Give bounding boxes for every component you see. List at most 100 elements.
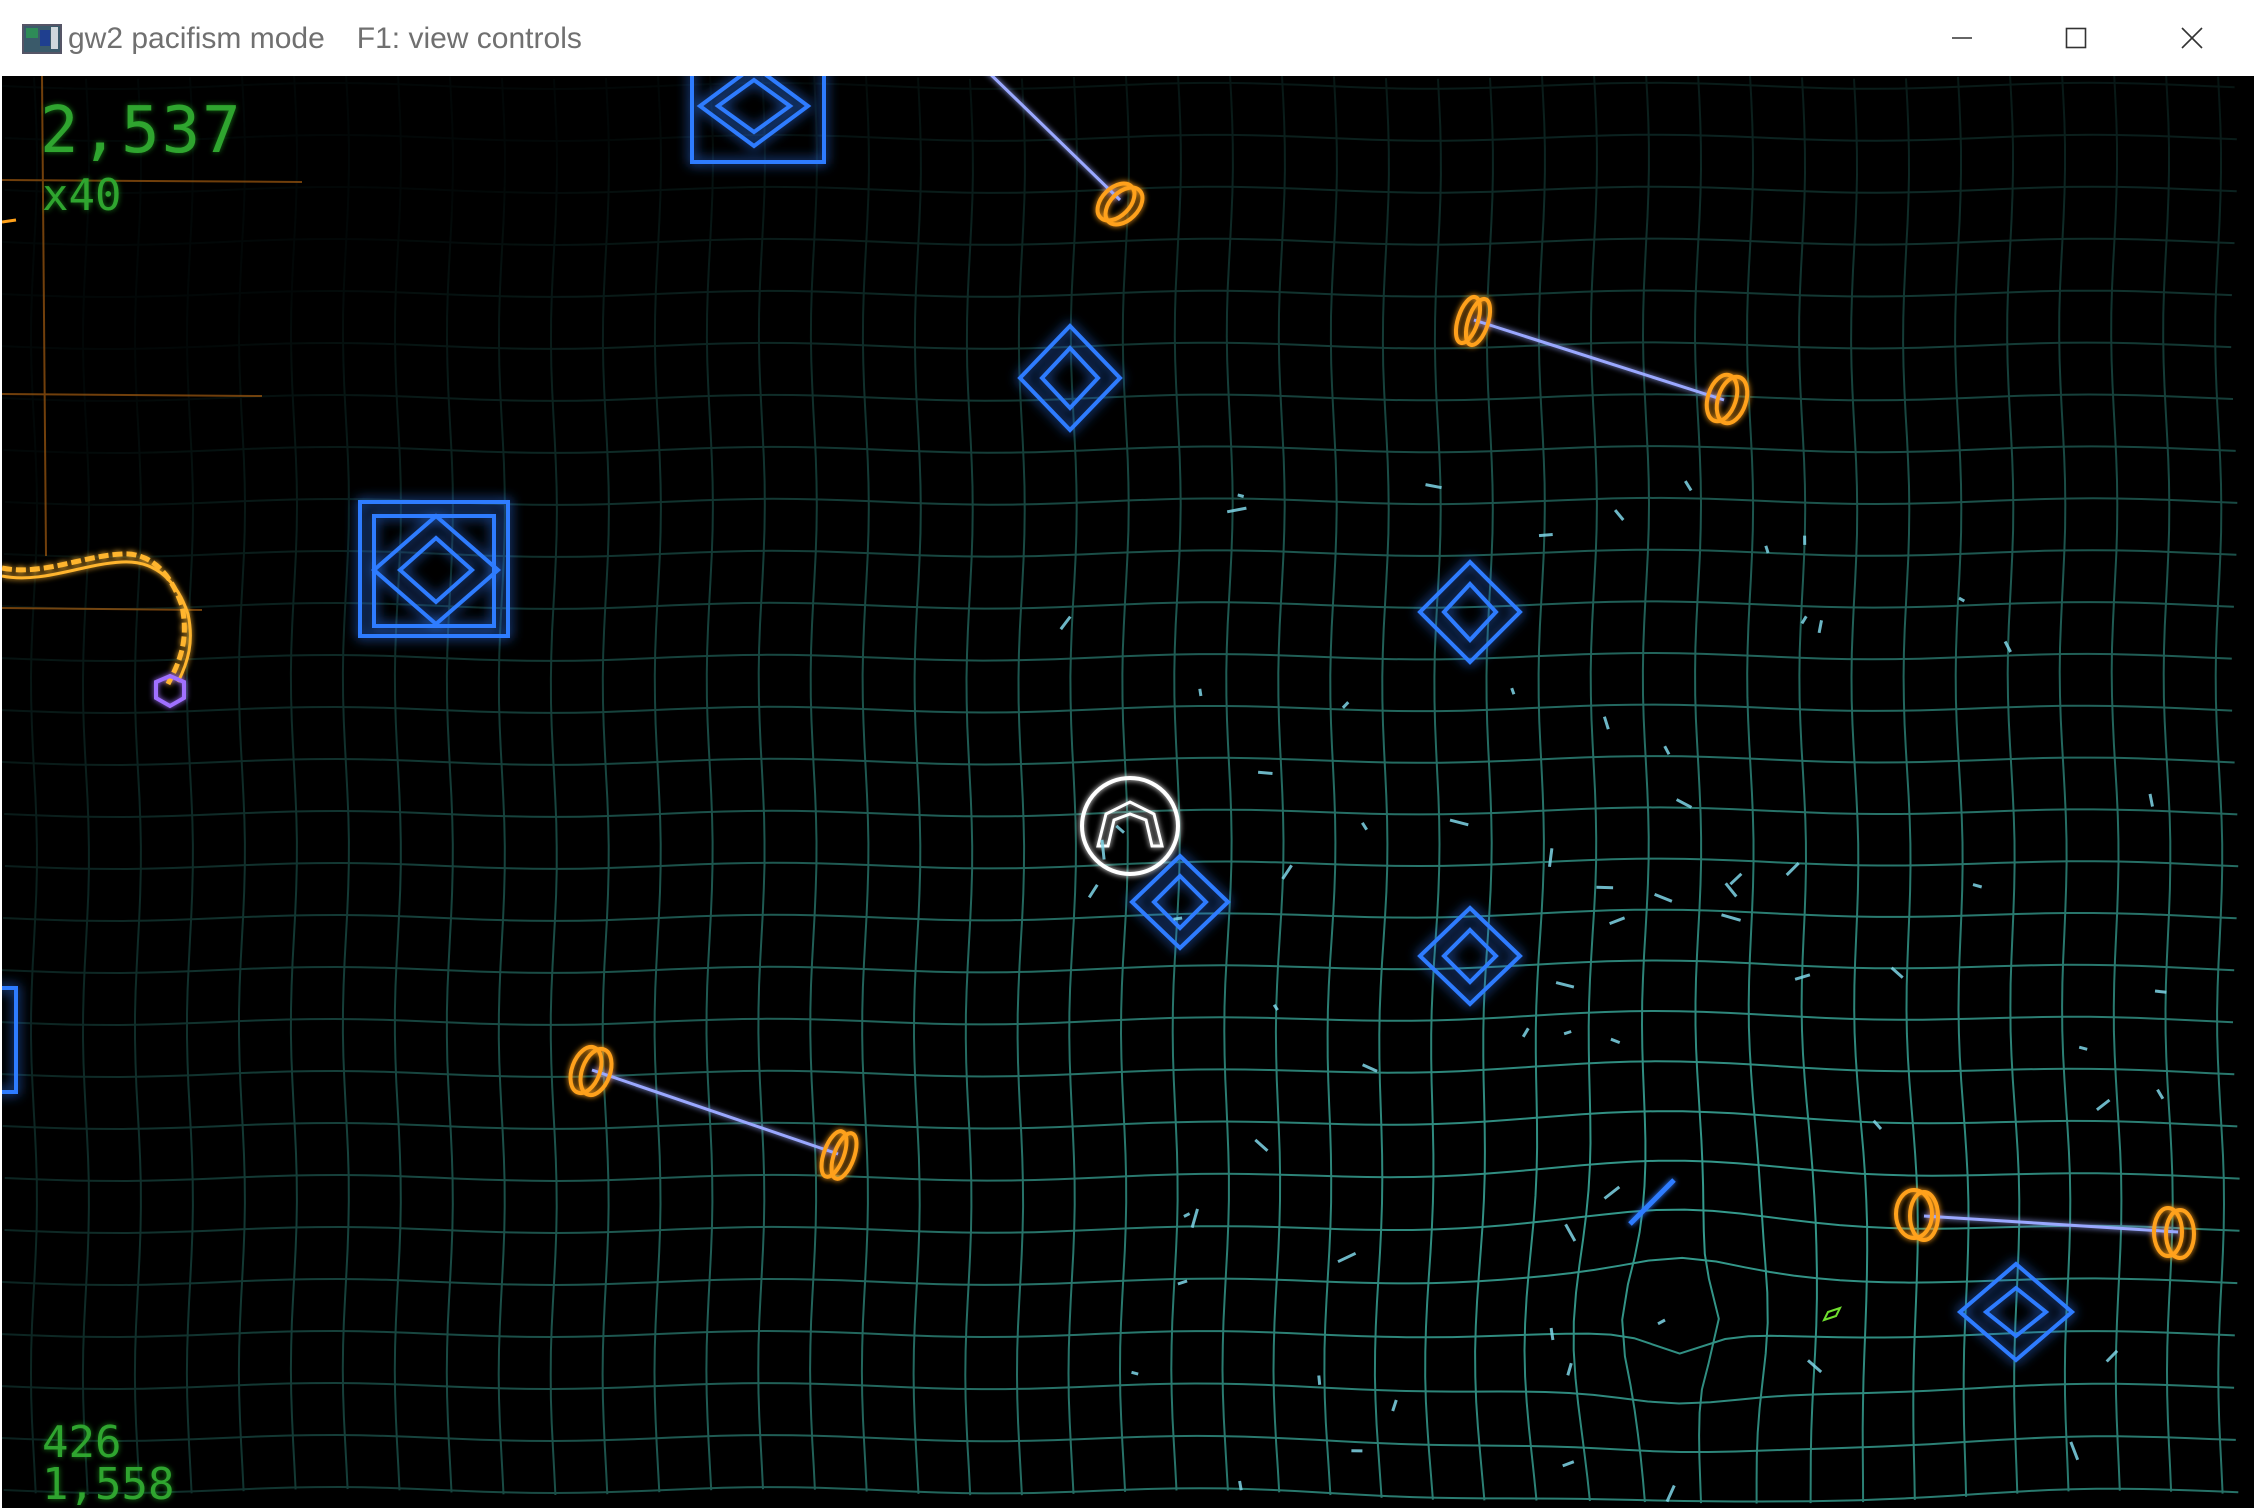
title-bar[interactable]: gw2 pacifism mode F1: view controls [0,0,2254,76]
particle [1510,687,1516,695]
grid-line [1424,78,1442,1500]
grid-line [3,1485,2239,1503]
particle [1521,1027,1530,1038]
diamond-enemy-edge [2,986,18,1094]
particle [1549,1327,1555,1341]
particle [1665,1484,1676,1503]
gate [568,1044,859,1181]
grid-line [1850,78,1869,1503]
grid-line [4,1159,2240,1183]
game-scene [2,76,2240,1504]
grid-line [757,76,766,1490]
particle [1183,1212,1191,1218]
grid-line [860,76,870,1492]
particle [1603,1185,1621,1200]
particle [1657,1318,1666,1326]
grid-line [2,1381,2235,1405]
particle [1361,1063,1378,1073]
particle [2078,1045,2088,1051]
particle [1317,1375,1322,1385]
grid-line [2,289,2232,299]
grid-line [2,703,2233,715]
grid-line [81,78,91,1495]
player-ship [1080,776,1180,876]
grid-line [2,600,2234,611]
particle [1341,701,1350,709]
grid-line [2,81,2235,91]
grid-line [549,78,558,1496]
grid-line [133,78,143,1495]
particle [1721,913,1742,922]
minimize-icon [1952,37,1972,39]
grid-line [29,77,39,1494]
particle [1087,883,1099,899]
gate [1894,1188,2196,1260]
grid-line [4,133,2237,143]
grid-line [1746,76,1769,1504]
grid-line [2,651,2232,663]
grid-line [289,76,299,1490]
grid-line [185,77,195,1494]
particle [1555,981,1575,989]
particle [1602,716,1610,730]
blue-shard [1628,1178,1676,1226]
grid-line [1902,78,1919,1500]
diamond-enemy [358,500,510,638]
grid-line [4,1208,2240,1235]
particle [2069,1441,2080,1461]
grid-line [1954,76,1970,1497]
particle [1817,620,1823,634]
particle [1254,1138,1269,1152]
grid-line [2,1060,2235,1079]
game-viewport[interactable]: 2,537 x40 426 1,558 [2,76,2254,1508]
grid-line [2,959,2235,975]
multiplier: x40 [42,170,122,221]
grid-line [4,857,2239,871]
particle [1675,798,1693,809]
particle [2148,793,2154,807]
particle [1100,839,1106,860]
particle [1663,745,1671,756]
app-title: gw2 pacifism mode [68,22,325,55]
grid-line [2,1110,2238,1131]
particle [1785,862,1800,877]
particle [1198,688,1203,697]
close-icon [2181,27,2203,49]
particle [2095,1098,2111,1111]
maximize-button[interactable] [2020,0,2132,76]
particle [1391,1399,1398,1412]
stat-total: 1,558 [42,1459,175,1508]
grid-line [1523,76,1546,1501]
gate [1453,294,1750,426]
score: 2,537 [40,94,243,168]
grid-line [2,1433,2236,1453]
close-button[interactable] [2136,0,2248,76]
controls-hint: F1: view controls [356,22,582,55]
particle [1613,509,1625,521]
grid-line [1693,76,1720,1504]
particle [1337,1251,1357,1264]
particle [1609,916,1626,925]
particle [1684,480,1693,492]
particle [2154,989,2167,994]
grid-line [1572,76,1598,1502]
particle [1972,883,1983,889]
grid-line [653,76,662,1493]
particle [1729,872,1743,886]
grid-line [2,1256,2238,1287]
particle [1566,1362,1573,1376]
green-shard [1822,1306,1842,1322]
grid-line [2,1009,2234,1027]
grid-line [2214,76,2226,1494]
grid-line [497,78,506,1495]
grid-line [912,77,922,1494]
left-spark [2,218,17,224]
particle [1237,493,1245,498]
particle [2156,1088,2165,1100]
grid-line [1373,78,1390,1498]
particle [1449,818,1469,827]
grid-line [445,76,454,1493]
grid-line [2,755,2235,767]
minimize-button[interactable] [1906,0,2018,76]
particle [1538,533,1553,538]
